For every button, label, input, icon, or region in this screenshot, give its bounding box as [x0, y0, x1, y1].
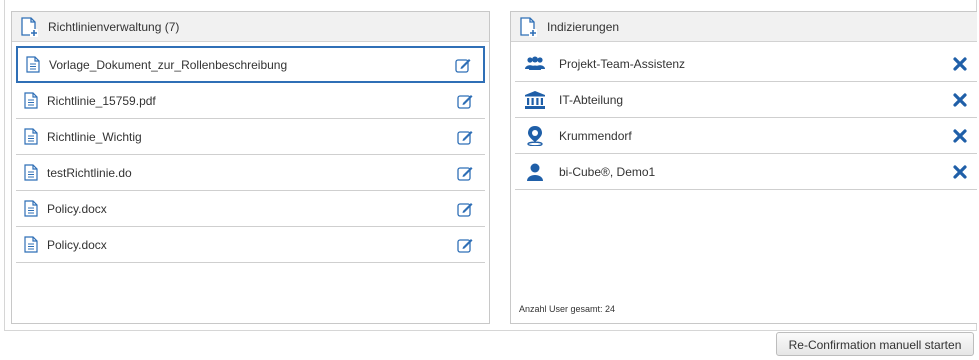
edit-icon[interactable] — [457, 237, 473, 253]
policy-management-panel: Richtlinienverwaltung (7) Vorlage_Dokume… — [11, 11, 490, 324]
edit-icon[interactable] — [455, 57, 471, 73]
panel-title: Indizierungen — [547, 19, 620, 34]
indexing-panel: Indizierungen Projekt-Team-Assistenz IT-… — [510, 11, 977, 324]
add-document-icon — [21, 16, 38, 37]
document-icon — [26, 56, 40, 73]
indexing-list-item[interactable]: IT-Abteilung — [515, 82, 977, 118]
policy-name: Vorlage_Dokument_zur_Rollenbeschreibung — [49, 57, 288, 72]
policy-list-item[interactable]: Vorlage_Dokument_zur_Rollenbeschreibung — [16, 46, 485, 83]
indexing-label: IT-Abteilung — [559, 92, 624, 107]
policy-list-item[interactable]: Policy.docx — [16, 227, 485, 263]
edit-icon[interactable] — [457, 165, 473, 181]
document-icon — [24, 128, 38, 145]
indexing-panel-header: Indizierungen — [511, 12, 977, 42]
edit-icon[interactable] — [457, 93, 473, 109]
user-total-count: Anzahl User gesamt: 24 — [519, 304, 616, 314]
policy-name: testRichtlinie.do — [47, 165, 132, 180]
panel-title: Richtlinienverwaltung (7) — [48, 19, 180, 34]
edit-icon[interactable] — [457, 201, 473, 217]
document-icon — [24, 164, 38, 181]
remove-icon[interactable] — [953, 128, 967, 143]
indexing-list: Projekt-Team-Assistenz IT-Abteilung Krum… — [515, 46, 977, 190]
policy-list-item[interactable]: Policy.docx — [16, 191, 485, 227]
policy-list-item[interactable]: testRichtlinie.do — [16, 155, 485, 191]
document-icon — [24, 200, 38, 217]
document-icon — [24, 92, 38, 109]
policy-list: Vorlage_Dokument_zur_Rollenbeschreibung … — [16, 46, 485, 263]
document-icon — [24, 236, 38, 253]
policy-name: Richtlinie_Wichtig — [47, 129, 142, 144]
remove-icon[interactable] — [953, 56, 967, 71]
indexing-label: Krummendorf — [559, 128, 632, 143]
location-pin-icon — [525, 125, 545, 146]
policy-list-item[interactable]: Richtlinie_Wichtig — [16, 119, 485, 155]
indexing-list-item[interactable]: Krummendorf — [515, 118, 977, 154]
add-document-icon — [520, 16, 537, 37]
indexing-label: bi-Cube®, Demo1 — [559, 164, 656, 179]
edit-icon[interactable] — [457, 129, 473, 145]
remove-icon[interactable] — [953, 92, 967, 107]
indexing-label: Projekt-Team-Assistenz — [559, 56, 686, 71]
user-icon — [525, 162, 545, 182]
policy-name: Policy.docx — [47, 201, 107, 216]
policy-list-item[interactable]: Richtlinie_15759.pdf — [16, 83, 485, 119]
group-icon — [525, 54, 545, 74]
policy-panel-header: Richtlinienverwaltung (7) — [12, 12, 489, 42]
policy-name: Policy.docx — [47, 237, 107, 252]
institution-icon — [525, 90, 545, 110]
start-reconfirmation-button[interactable]: Re-Confirmation manuell starten — [776, 332, 974, 356]
indexing-list-item[interactable]: bi-Cube®, Demo1 — [515, 154, 977, 190]
indexing-list-item[interactable]: Projekt-Team-Assistenz — [515, 46, 977, 82]
policy-name: Richtlinie_15759.pdf — [47, 93, 156, 108]
remove-icon[interactable] — [953, 164, 967, 179]
